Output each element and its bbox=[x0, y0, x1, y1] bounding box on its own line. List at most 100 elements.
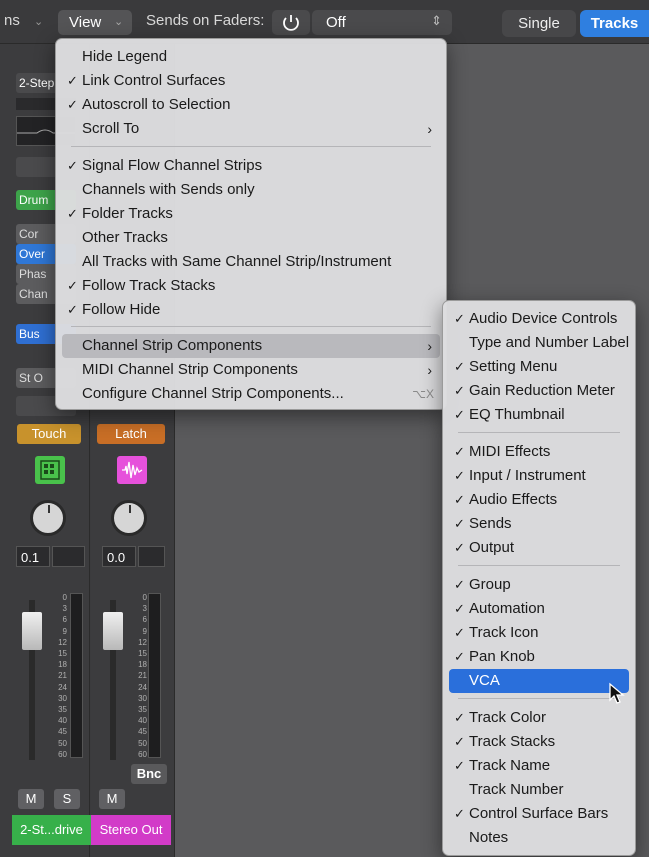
menu-item-channels-with-sends-only[interactable]: Channels with Sends only bbox=[62, 178, 440, 202]
menu-item-midi-effects[interactable]: ✓ MIDI Effects bbox=[449, 440, 629, 464]
sends-select[interactable]: Off ⇕ bbox=[312, 10, 452, 35]
menu-item-label: MIDI Effects bbox=[469, 443, 551, 460]
single-view-button[interactable]: Single bbox=[502, 10, 576, 37]
mute-button[interactable]: M bbox=[99, 789, 125, 809]
menu-separator bbox=[71, 326, 431, 327]
volume-fader-handle[interactable] bbox=[22, 612, 42, 650]
automation-latch-button[interactable]: Latch bbox=[97, 424, 165, 444]
menu-item-signal-flow-channel-strips[interactable]: ✓ Signal Flow Channel Strips bbox=[62, 154, 440, 178]
menu-item-label: Audio Device Controls bbox=[469, 310, 618, 327]
menu-item-group[interactable]: ✓ Group bbox=[449, 573, 629, 597]
menu-separator bbox=[458, 432, 620, 433]
drum-machine-track-icon[interactable] bbox=[35, 456, 65, 484]
menu-item-label: Setting Menu bbox=[469, 358, 558, 375]
menu-item-sends[interactable]: ✓ Sends bbox=[449, 512, 629, 536]
solo-button[interactable]: S bbox=[54, 789, 80, 809]
menu-item-notes[interactable]: Notes bbox=[449, 826, 629, 850]
scale-tick: 3 bbox=[62, 604, 67, 614]
menu-item-track-stacks[interactable]: ✓ Track Stacks bbox=[449, 730, 629, 754]
checkmark-icon: ✓ bbox=[454, 359, 465, 374]
menu-item-scroll-to[interactable]: Scroll To › bbox=[62, 117, 440, 141]
level-meter bbox=[70, 593, 83, 758]
menu-item-folder-tracks[interactable]: ✓ Folder Tracks bbox=[62, 202, 440, 226]
menu-item-label: Group bbox=[469, 576, 511, 593]
view-menu-label: View bbox=[69, 14, 102, 31]
menu-item-vca[interactable]: VCA bbox=[449, 669, 629, 693]
view-menu-button[interactable]: View ⌄ bbox=[58, 10, 132, 35]
menu-item-output[interactable]: ✓ Output bbox=[449, 536, 629, 560]
checkmark-icon: ✓ bbox=[454, 577, 465, 592]
menu-item-eq-thumbnail[interactable]: ✓ EQ Thumbnail bbox=[449, 403, 629, 427]
track-name-plate[interactable]: 2-St...drive bbox=[12, 815, 91, 845]
menu-item-other-tracks[interactable]: Other Tracks bbox=[62, 226, 440, 250]
checkmark-icon: ✓ bbox=[67, 278, 78, 293]
menu-item-all-tracks-with-same-channel-strip-instrument[interactable]: All Tracks with Same Channel Strip/Instr… bbox=[62, 250, 440, 274]
scale-tick: 35 bbox=[58, 705, 67, 715]
scale-tick: 6 bbox=[62, 615, 67, 625]
menu-item-label: Output bbox=[469, 539, 515, 556]
menu-item-control-surface-bars[interactable]: ✓ Control Surface Bars bbox=[449, 802, 629, 826]
mute-button[interactable]: M bbox=[18, 789, 44, 809]
menu-item-pan-knob[interactable]: ✓ Pan Knob bbox=[449, 645, 629, 669]
menu-item-track-number[interactable]: Track Number bbox=[449, 778, 629, 802]
menu-item-input-instrument[interactable]: ✓ Input / Instrument bbox=[449, 464, 629, 488]
chevron-down-icon: ⌄ bbox=[114, 16, 124, 28]
sends-power-button[interactable] bbox=[272, 10, 310, 35]
menu-item-track-color[interactable]: ✓ Track Color bbox=[449, 706, 629, 730]
submenu-arrow-icon: › bbox=[427, 362, 432, 378]
scale-tick: 9 bbox=[62, 626, 67, 636]
checkmark-icon: ✓ bbox=[454, 540, 465, 555]
checkmark-icon: ✓ bbox=[454, 710, 465, 725]
waveform-track-icon[interactable] bbox=[117, 456, 147, 484]
track-name-plate[interactable]: Stereo Out bbox=[91, 815, 171, 845]
menu-item-follow-hide[interactable]: ✓ Follow Hide bbox=[62, 298, 440, 322]
menu-item-hide-legend[interactable]: Hide Legend bbox=[62, 45, 440, 69]
fader-scale: 0 3 6 9 12 15 18 21 24 30 35 40 45 50 60 bbox=[133, 592, 147, 760]
scale-tick: 50 bbox=[138, 738, 147, 748]
menu-item-track-name[interactable]: ✓ Track Name bbox=[449, 754, 629, 778]
menu-item-autoscroll-to-selection[interactable]: ✓ Autoscroll to Selection bbox=[62, 93, 440, 117]
mouse-pointer-icon bbox=[609, 682, 625, 704]
tracks-view-button[interactable]: Tracks bbox=[580, 10, 649, 37]
fader-scale: 0 3 6 9 12 15 18 21 24 30 35 40 45 50 60 bbox=[53, 592, 67, 760]
menu-item-audio-effects[interactable]: ✓ Audio Effects bbox=[449, 488, 629, 512]
bounce-button[interactable]: Bnc bbox=[131, 764, 167, 784]
popup-arrows-icon: ⇕ bbox=[431, 13, 442, 28]
scale-tick: 3 bbox=[142, 604, 147, 614]
shortcut-label: ⌥X bbox=[412, 387, 434, 401]
menu-item-label: Gain Reduction Meter bbox=[469, 382, 615, 399]
menu-item-gain-reduction-meter[interactable]: ✓ Gain Reduction Meter bbox=[449, 379, 629, 403]
pan-knob[interactable] bbox=[111, 500, 147, 536]
menu-item-label: Automation bbox=[469, 600, 545, 617]
menu-item-audio-device-controls[interactable]: ✓ Audio Device Controls bbox=[449, 307, 629, 331]
menu-item-label: Follow Track Stacks bbox=[82, 277, 216, 294]
menu-item-automation[interactable]: ✓ Automation bbox=[449, 597, 629, 621]
menu-item-midi-channel-strip-components[interactable]: MIDI Channel Strip Components › bbox=[62, 358, 440, 382]
checkmark-icon: ✓ bbox=[454, 407, 465, 422]
peak-value bbox=[52, 546, 85, 567]
menu-item-label: Pan Knob bbox=[469, 648, 535, 665]
menu-item-label: Channels with Sends only bbox=[82, 181, 255, 198]
menu-item-link-control-surfaces[interactable]: ✓ Link Control Surfaces bbox=[62, 69, 440, 93]
menu-item-setting-menu[interactable]: ✓ Setting Menu bbox=[449, 355, 629, 379]
menu-item-label: Type and Number Label bbox=[469, 334, 630, 351]
checkmark-icon: ✓ bbox=[454, 734, 465, 749]
toolbar-left-fragment[interactable]: ns bbox=[4, 12, 20, 29]
menu-item-label: Configure Channel Strip Components... bbox=[82, 385, 344, 402]
scale-tick: 15 bbox=[58, 649, 67, 659]
menu-item-type-and-number-label[interactable]: Type and Number Label bbox=[449, 331, 629, 355]
pan-knob[interactable] bbox=[30, 500, 66, 536]
menu-item-follow-track-stacks[interactable]: ✓ Follow Track Stacks bbox=[62, 274, 440, 298]
menu-item-label: Follow Hide bbox=[82, 301, 161, 318]
menu-item-track-icon[interactable]: ✓ Track Icon bbox=[449, 621, 629, 645]
volume-value[interactable]: 0.0 bbox=[102, 546, 136, 567]
menu-item-configure-channel-strip-components[interactable]: Configure Channel Strip Components... ⌥X bbox=[62, 382, 440, 406]
menu-item-channel-strip-components[interactable]: Channel Strip Components › bbox=[62, 334, 440, 358]
menu-separator bbox=[458, 565, 620, 566]
volume-value[interactable]: 0.1 bbox=[16, 546, 50, 567]
volume-fader-handle[interactable] bbox=[103, 612, 123, 650]
menu-item-label: Folder Tracks bbox=[82, 205, 173, 222]
automation-touch-button[interactable]: Touch bbox=[17, 424, 81, 444]
chevron-down-icon[interactable]: ⌄ bbox=[34, 15, 43, 28]
scale-tick: 12 bbox=[58, 637, 67, 647]
